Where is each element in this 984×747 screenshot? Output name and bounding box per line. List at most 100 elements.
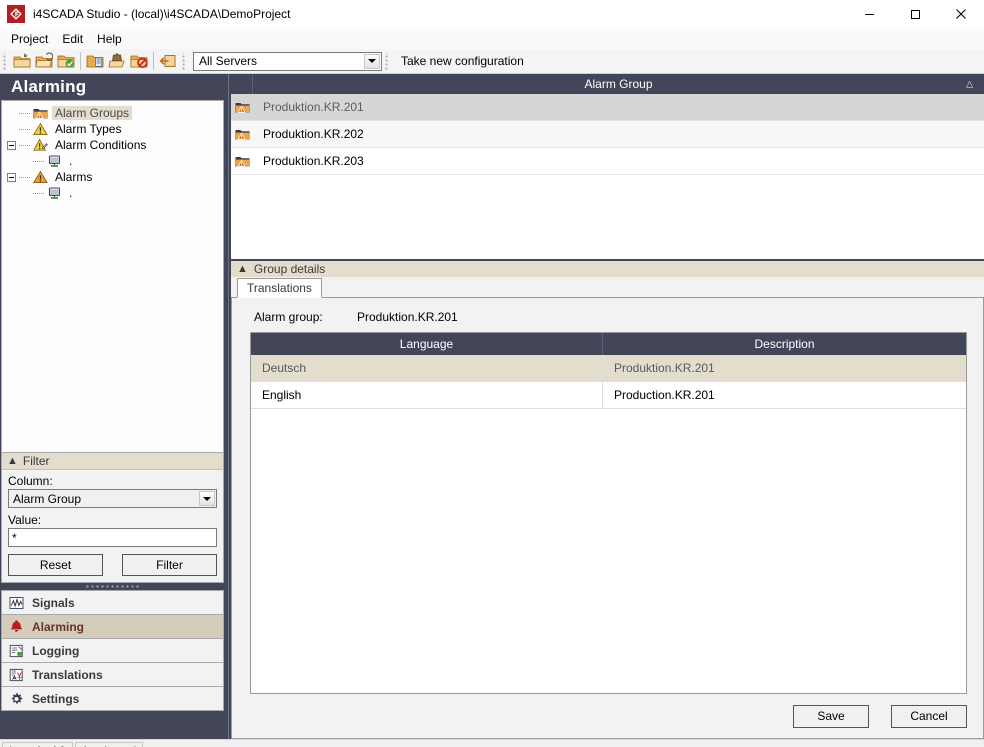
import-icon[interactable] xyxy=(84,50,106,72)
alarm-warning-icon xyxy=(32,169,48,185)
details-tabstrip: Translations xyxy=(231,277,984,298)
filter-buttons: Reset Filter xyxy=(8,554,217,576)
toolbar-separator xyxy=(80,52,81,70)
tree-collapse-toggle[interactable] xyxy=(7,173,16,182)
take-new-configuration-button[interactable]: Take new configuration xyxy=(393,54,532,68)
table-cell-description[interactable]: Produktion.KR.201 xyxy=(603,355,966,381)
translations-table-header: Language Description xyxy=(251,333,966,355)
cancel-button[interactable]: Cancel xyxy=(891,705,967,728)
gear-icon xyxy=(8,690,25,707)
sidebar-item-label: Alarms xyxy=(52,170,95,184)
maximize-icon[interactable] xyxy=(892,0,938,28)
sidebar-item-label: Settings xyxy=(32,692,79,706)
delete-project-icon[interactable] xyxy=(128,50,150,72)
grid-header-icon-column xyxy=(231,74,253,94)
minimize-icon[interactable] xyxy=(846,0,892,28)
tree-connector xyxy=(33,161,44,162)
menu-help[interactable]: Help xyxy=(90,30,129,48)
table-row[interactable]: Produktion.KR.201 xyxy=(231,94,984,121)
sidebar-item-label: Alarm Types xyxy=(52,122,124,136)
sort-ascending-icon[interactable]: △ xyxy=(966,79,973,90)
alarm-group-folder-icon xyxy=(231,127,253,141)
sidebar-item-alarm-types[interactable]: Alarm Types xyxy=(2,121,223,137)
new-project-icon[interactable] xyxy=(11,50,33,72)
tree-connector xyxy=(19,145,30,146)
sidebar-item-logging[interactable]: Logging xyxy=(2,639,223,663)
table-row[interactable]: English Production.KR.201 xyxy=(251,382,966,409)
sidebar-item-alarm-conditions[interactable]: Alarm Conditions xyxy=(2,137,223,153)
main-body: Alarming Alarm Groups xyxy=(0,74,984,739)
status-bar: Item 1 of 3 1 selected xyxy=(0,739,984,747)
title-bar: i4SCADA Studio - (local)\i4SCADA\DemoPro… xyxy=(0,0,984,28)
group-details-header[interactable]: ▲ Group details xyxy=(231,259,984,277)
alarm-group-folder-icon xyxy=(231,154,253,168)
table-row[interactable]: Produktion.KR.202 xyxy=(231,121,984,148)
filter-button[interactable]: Filter xyxy=(122,554,217,576)
alarm-group-folder-icon xyxy=(231,100,253,114)
alarm-group-grid: Alarm Group △ Produktion. xyxy=(231,74,984,259)
grid-rows: Produktion.KR.201 Produktion.KR.202 xyxy=(231,94,984,259)
sidebar-item-alarm-groups[interactable]: Alarm Groups xyxy=(2,105,223,121)
status-selection: 1 selected xyxy=(75,742,144,747)
sidebar-item-alarm-server[interactable]: . xyxy=(2,185,223,201)
filter-column-value: Alarm Group xyxy=(9,492,81,506)
group-details-panel: ▲ Group details Translations Alarm group… xyxy=(231,259,984,739)
grid-header-label: Alarm Group xyxy=(584,77,652,91)
window-controls xyxy=(846,0,984,28)
chevron-up-icon[interactable]: ▲ xyxy=(7,456,18,467)
filter-value-label: Value: xyxy=(8,513,217,527)
save-button[interactable]: Save xyxy=(793,705,869,728)
column-header-language[interactable]: Language xyxy=(251,333,603,355)
grid-header-alarm-group[interactable]: Alarm Group △ xyxy=(253,74,984,94)
table-row[interactable]: Deutsch Produktion.KR.201 xyxy=(251,355,966,382)
chevron-down-icon[interactable] xyxy=(364,54,380,69)
sidebar-item-label: Signals xyxy=(32,596,75,610)
server-select[interactable]: All Servers xyxy=(193,52,382,71)
table-cell-alarm-group: Produktion.KR.203 xyxy=(253,154,364,168)
group-details-title: Group details xyxy=(254,262,325,276)
alarm-group-value: Produktion.KR.201 xyxy=(357,310,458,324)
save-project-icon[interactable] xyxy=(55,50,77,72)
filter-column-select[interactable]: Alarm Group xyxy=(8,489,217,508)
tab-translations[interactable]: Translations xyxy=(237,278,322,298)
table-row[interactable]: Produktion.KR.203 xyxy=(231,148,984,175)
toolbar: All Servers Take new configuration xyxy=(0,49,984,74)
logging-icon xyxy=(8,642,25,659)
alarm-group-field: Alarm group: Produktion.KR.201 xyxy=(232,302,983,332)
alarming-tree-panel: Alarm Groups Alarm Types xyxy=(1,100,224,453)
window-title: i4SCADA Studio - (local)\i4SCADA\DemoPro… xyxy=(33,7,290,21)
sidebar-item-settings[interactable]: Settings xyxy=(2,687,223,711)
sidebar-item-label: Alarm Groups xyxy=(52,106,132,120)
tree-connector xyxy=(33,193,44,194)
sidebar-item-label: Alarming xyxy=(32,620,84,634)
grid-header-row: Alarm Group △ xyxy=(231,74,984,94)
sidebar-drag-handle[interactable] xyxy=(1,583,224,590)
toolbar-drag-grip[interactable] xyxy=(2,53,9,70)
open-project-icon[interactable] xyxy=(33,50,55,72)
chevron-up-icon[interactable]: ▲ xyxy=(237,264,248,275)
filter-panel-header[interactable]: ▲ Filter xyxy=(2,453,223,470)
close-icon[interactable] xyxy=(938,0,984,28)
tree-collapse-toggle[interactable] xyxy=(7,141,16,150)
server-select-grip[interactable] xyxy=(181,53,188,70)
sidebar-item-translations[interactable]: Translations xyxy=(2,663,223,687)
sidebar-item-alarm-condition-server[interactable]: . xyxy=(2,153,223,169)
translations-table: Language Description Deutsch Produktion.… xyxy=(250,332,967,694)
tree-connector xyxy=(19,129,30,130)
reset-button[interactable]: Reset xyxy=(8,554,103,576)
export-icon[interactable] xyxy=(106,50,128,72)
table-cell-alarm-group: Produktion.KR.201 xyxy=(253,100,364,114)
menu-bar: Project Edit Help xyxy=(0,28,984,49)
menu-project[interactable]: Project xyxy=(4,30,55,48)
sidebar-item-signals[interactable]: Signals xyxy=(2,591,223,615)
toolbar-separator-2 xyxy=(153,52,154,70)
logout-icon[interactable] xyxy=(157,50,179,72)
table-cell-description[interactable]: Production.KR.201 xyxy=(603,382,966,408)
column-header-description[interactable]: Description xyxy=(603,333,966,355)
sidebar-item-alarms[interactable]: Alarms xyxy=(2,169,223,185)
menu-edit[interactable]: Edit xyxy=(55,30,90,48)
filter-value-input[interactable] xyxy=(8,528,217,547)
sidebar-item-alarming[interactable]: Alarming xyxy=(2,615,223,639)
take-config-grip[interactable] xyxy=(384,53,391,70)
chevron-down-icon[interactable] xyxy=(199,491,215,506)
